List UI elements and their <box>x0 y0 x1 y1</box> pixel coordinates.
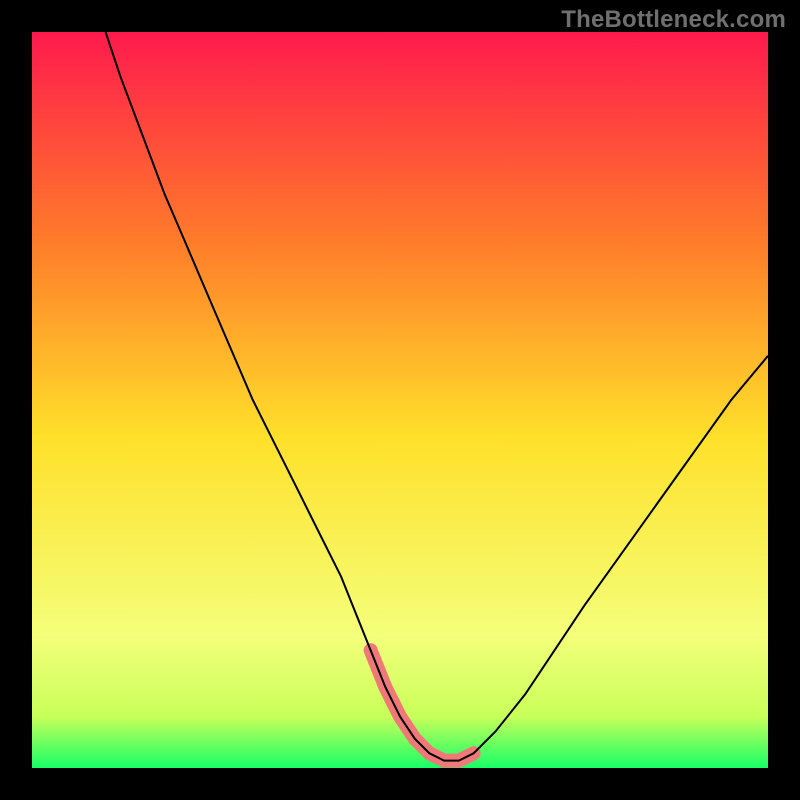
watermark-text: TheBottleneck.com <box>561 6 786 34</box>
bottleneck-chart <box>32 32 768 768</box>
chart-frame: TheBottleneck.com <box>0 0 800 800</box>
gradient-background <box>32 32 768 768</box>
plot-area <box>32 32 768 768</box>
